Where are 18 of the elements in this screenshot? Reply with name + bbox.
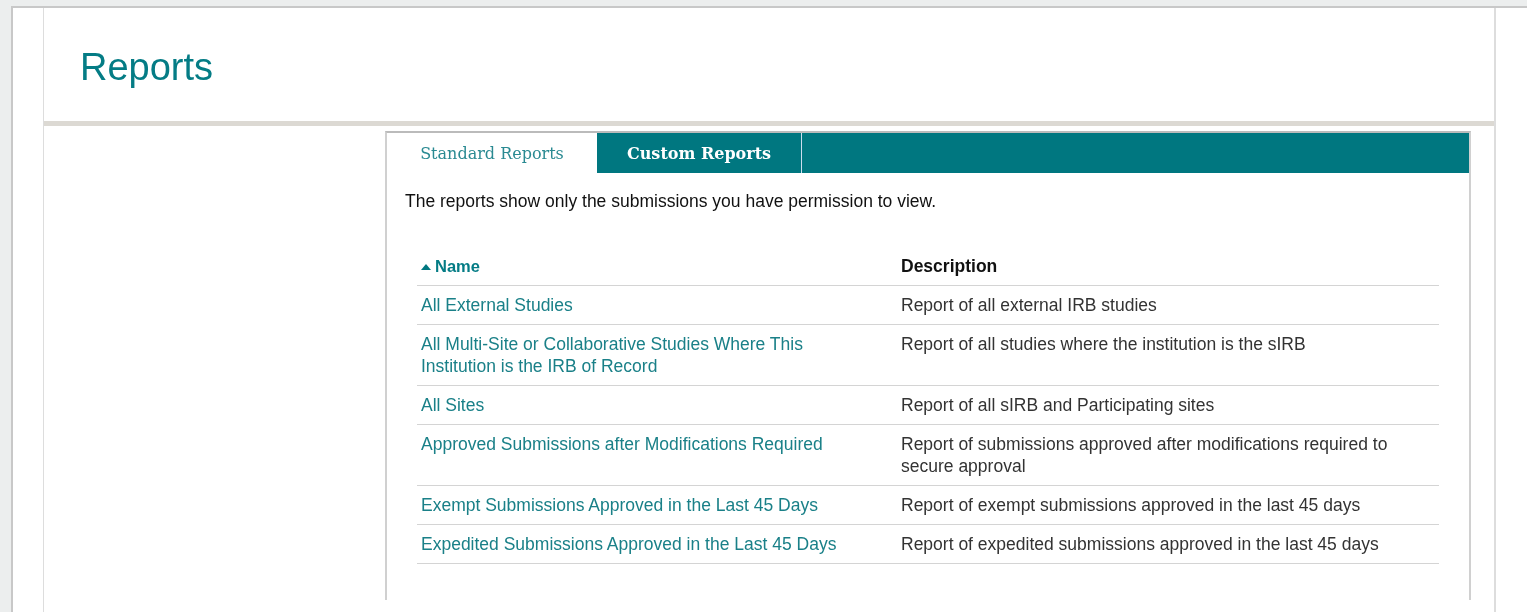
page-title: Reports [80,46,215,89]
report-description: Report of all sIRB and Participating sites [901,395,1215,415]
report-link[interactable]: All Multi-Site or Collaborative Studies Where This Institution is the IRB of Record [421,333,861,377]
report-link[interactable]: Approved Submissions after Modifications Required [421,433,861,455]
notice-text: The reports show only the submissions you have permission to view. [405,191,938,212]
column-header: Description [901,256,998,276]
tab[interactable]: Standard Reports [387,133,597,173]
report-description: Report of exempt submissions approved in the last 45 days [901,495,1361,515]
sort-ascending-icon [421,264,431,270]
report-link[interactable]: Expedited Submissions Approved in the Last 45 Days [421,533,861,555]
report-link[interactable]: All External Studies [421,294,861,316]
report-description: Report of submissions approved after modifications required to secure approval [901,434,1388,476]
report-link[interactable]: Exempt Submissions Approved in the Last 45 Days [421,494,861,516]
report-description: Report of all studies where the institution is the sIRB [901,334,1306,354]
report-description: Report of expedited submissions approved in the last 45 days [901,534,1379,554]
report-link[interactable]: All Sites [421,394,861,416]
report-description: Report of all external IRB studies [901,295,1157,315]
sort-column-header[interactable]: Name [421,257,480,275]
